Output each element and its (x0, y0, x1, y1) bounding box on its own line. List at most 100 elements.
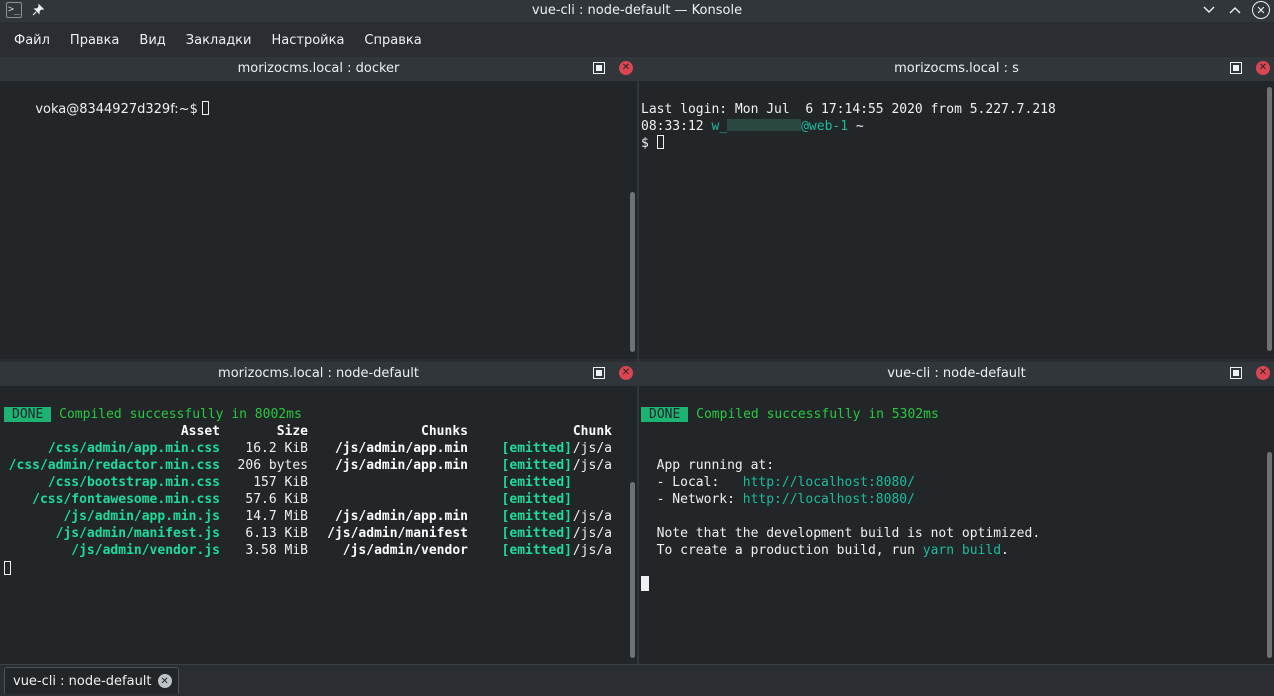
network-url-link[interactable]: http://localhost:8080/ (743, 492, 915, 507)
pane-top-left[interactable]: morizocms.local : docker ✕ voka@8344927d… (0, 57, 637, 359)
table-row: /css/bootstrap.min.css 157 KiB [emitted] (4, 474, 612, 491)
pane-bottom-right[interactable]: vue-cli : node-default ✕ DONE Compiled s… (639, 362, 1274, 664)
timestamp: 08:33:12 (641, 119, 712, 134)
maximize-pane-icon[interactable] (593, 62, 605, 74)
text-cursor (201, 101, 209, 115)
tab-vue-cli[interactable]: vue-cli : node-default ✕ (4, 667, 179, 694)
pane-title: morizocms.local : s (894, 61, 1019, 76)
menu-file[interactable]: Файл (4, 28, 60, 54)
menu-bookmarks[interactable]: Закладки (176, 28, 262, 54)
emitted-status: [emitted] (501, 475, 572, 490)
chunk-name: /js/a (572, 458, 612, 473)
asset-chunk (308, 474, 468, 491)
terminal-output[interactable]: DONE Compiled successfully in 5302ms App… (641, 389, 1260, 664)
scrollbar[interactable] (630, 482, 635, 658)
emitted-status: [emitted] (501, 543, 572, 558)
pane-bottom-left[interactable]: morizocms.local : node-default ✕ DONE Co… (0, 362, 637, 664)
pane-header: morizocms.local : docker ✕ (0, 57, 637, 81)
scrollbar[interactable] (1267, 87, 1272, 351)
asset-name: /js/admin/manifest.js (55, 526, 220, 541)
asset-name: /css/admin/app.min.css (47, 441, 220, 456)
asset-size: 14.7 MiB (245, 509, 308, 524)
text-cursor (4, 561, 11, 575)
minimize-button[interactable] (1200, 1, 1218, 19)
maximize-button[interactable] (1226, 1, 1244, 19)
menu-view[interactable]: Вид (129, 28, 175, 54)
menu-help[interactable]: Справка (354, 28, 431, 54)
shell-prompt: voka@8344927d329f:~$ (35, 102, 202, 117)
text-cursor (656, 135, 664, 149)
table-row: /js/admin/app.min.js 14.7 MiB /js/admin/… (4, 508, 612, 525)
asset-chunk: /js/admin/manifest (327, 526, 468, 541)
asset-size: 57.6 KiB (245, 492, 308, 507)
maximize-pane-icon[interactable] (1230, 367, 1242, 379)
asset-chunk: /js/admin/app.min (334, 458, 468, 473)
asset-size: 3.58 MiB (245, 543, 308, 558)
title-bar: >_ vue-cli : node-default — Konsole ✕ (0, 0, 1274, 22)
header-size: Size (276, 424, 308, 439)
menu-settings[interactable]: Настройка (261, 28, 354, 54)
build-hint-suffix: . (1001, 543, 1009, 558)
pane-title: morizocms.local : node-default (218, 366, 419, 381)
emitted-status: [emitted] (501, 458, 572, 473)
pane-top-right[interactable]: morizocms.local : s ✕ Last login: Mon Ju… (639, 57, 1274, 359)
local-url-link[interactable]: http://localhost:8080/ (743, 475, 915, 490)
shell-prompt: $ (641, 136, 657, 151)
close-tab-icon[interactable]: ✕ (157, 674, 172, 688)
maximize-pane-icon[interactable] (1230, 62, 1242, 74)
build-hint-prefix: To create a production build, run (656, 543, 923, 558)
pane-header: morizocms.local : s ✕ (639, 57, 1274, 81)
compiled-message: Compiled successfully in 8002ms (59, 407, 302, 422)
menu-edit[interactable]: Правка (60, 28, 129, 54)
header-asset: Asset (180, 424, 220, 439)
window-title: vue-cli : node-default — Konsole (531, 3, 743, 18)
table-row: /css/admin/redactor.min.css 206 bytes /j… (4, 457, 612, 474)
network-label: - Network: (656, 492, 743, 507)
emitted-status: [emitted] (501, 441, 572, 456)
chunk-name: /js/a (572, 543, 612, 558)
chunk-name: /js/a (572, 441, 612, 456)
asset-size: 206 bytes (237, 458, 308, 473)
header-chunk: Chunk (572, 424, 612, 439)
pane-title: morizocms.local : docker (237, 61, 400, 76)
assets-table: Asset Size Chunks Chunk /css/admin/app.m… (4, 423, 612, 559)
emitted-status: [emitted] (501, 509, 572, 524)
close-pane-icon[interactable]: ✕ (1256, 366, 1270, 380)
terminal-output[interactable]: Last login: Mon Jul 6 17:14:55 2020 from… (641, 84, 1260, 359)
tab-label: vue-cli : node-default (13, 673, 152, 689)
scrollbar[interactable] (630, 192, 635, 352)
table-row: /css/admin/app.min.css 16.2 KiB /js/admi… (4, 440, 612, 457)
table-row: /css/fontawesome.min.css 57.6 KiB [emitt… (4, 491, 612, 508)
asset-chunk: /js/admin/vendor (342, 543, 468, 558)
last-login-line: Last login: Mon Jul 6 17:14:55 2020 from… (641, 102, 1056, 117)
username: w_ (711, 119, 728, 134)
asset-size: 16.2 KiB (245, 441, 308, 456)
emitted-status: [emitted] (501, 492, 572, 507)
table-row: /js/admin/manifest.js 6.13 KiB /js/admin… (4, 525, 612, 542)
asset-chunk: /js/admin/app.min (334, 441, 468, 456)
asset-name: /js/admin/app.min.js (63, 509, 220, 524)
header-chunks: Chunks (421, 424, 468, 439)
compiled-message: Compiled successfully in 5302ms (696, 407, 939, 422)
close-pane-icon[interactable]: ✕ (619, 61, 633, 75)
scrollbar[interactable] (1267, 452, 1272, 658)
header-status (468, 423, 572, 440)
close-window-button[interactable]: ✕ (1252, 1, 1270, 19)
menu-bar: Файл Правка Вид Закладки Настройка Справ… (0, 28, 432, 54)
done-badge: DONE (4, 407, 52, 422)
tab-bar: vue-cli : node-default ✕ (0, 664, 1274, 696)
asset-name: /css/bootstrap.min.css (47, 475, 220, 490)
pane-splitter[interactable] (637, 57, 639, 664)
emitted-status: [emitted] (501, 526, 572, 541)
build-command: yarn build (922, 543, 1002, 558)
maximize-pane-icon[interactable] (593, 367, 605, 379)
asset-size: 6.13 KiB (245, 526, 308, 541)
close-pane-icon[interactable]: ✕ (1256, 61, 1270, 75)
chunk-name: /js/a (572, 509, 612, 524)
asset-size: 157 KiB (253, 475, 308, 490)
asset-name: /css/fontawesome.min.css (32, 492, 220, 507)
close-pane-icon[interactable]: ✕ (619, 366, 633, 380)
hostname: @web-1 (801, 119, 849, 134)
done-badge: DONE (641, 407, 689, 422)
terminal-output[interactable]: voka@8344927d329f:~$ (4, 84, 623, 359)
